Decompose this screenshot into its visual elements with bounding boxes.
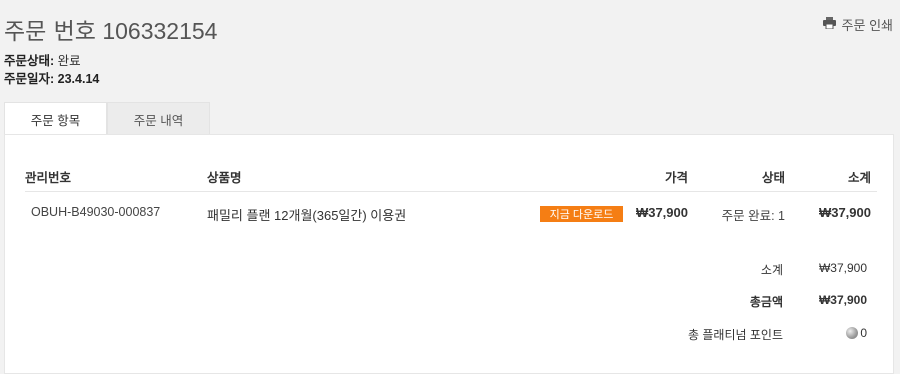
order-status-value: 완료 [57, 54, 81, 68]
summary-subtotal-value: ₩37,900 [818, 261, 867, 275]
summary-total-value: ₩37,900 [818, 293, 867, 307]
summary-points-value-wrap: 0 [846, 326, 867, 340]
order-meta: 주문상태: 완료 주문일자: 23.4.14 [4, 52, 99, 88]
row-id: OBUH-B49030-000837 [31, 205, 161, 219]
order-date: 주문일자: 23.4.14 [4, 70, 99, 88]
print-order-button[interactable]: 주문 인쇄 [822, 15, 893, 34]
order-status: 주문상태: 완료 [4, 52, 99, 70]
row-product-name: 패밀리 플랜 12개월(365일간) 이용권 [207, 208, 407, 223]
summary-total-label: 총금액 [749, 295, 783, 309]
order-date-label: 주문일자: [4, 72, 55, 86]
row-subtotal: ₩37,900 [818, 205, 871, 220]
summary-subtotal: 소계 ₩37,900 [5, 261, 893, 281]
order-date-value: 23.4.14 [57, 72, 100, 86]
order-status-label: 주문상태: [4, 54, 55, 68]
platinum-coin-icon [846, 327, 859, 339]
print-order-label: 주문 인쇄 [841, 18, 893, 33]
order-tabs: 주문 항목 주문 내역 [4, 102, 210, 136]
order-items-panel: 관리번호 상품명 가격 상태 소계 OBUH-B49030-000837 패밀리… [4, 134, 894, 374]
summary-points-value: 0 [860, 326, 867, 340]
row-status: 주문 완료: 1 [721, 209, 785, 223]
table-row: OBUH-B49030-000837 패밀리 플랜 12개월(365일간) 이용… [25, 135, 877, 235]
summary-points-label: 총 플래티넘 포인트 [688, 328, 783, 342]
summary-total: 총금액 ₩37,900 [5, 293, 893, 313]
row-price: ₩37,900 [635, 205, 688, 220]
tab-order-items[interactable]: 주문 항목 [4, 102, 107, 136]
order-number-label: 주문 번호 [4, 19, 96, 45]
download-now-button[interactable]: 지금 다운로드 [540, 206, 623, 222]
printer-icon [822, 17, 836, 32]
summary-subtotal-label: 소계 [760, 263, 783, 277]
page-title: 주문 번호 106332154 [4, 12, 217, 46]
order-number: 106332154 [102, 18, 218, 44]
tab-order-history[interactable]: 주문 내역 [107, 102, 210, 136]
summary-points: 총 플래티넘 포인트 0 [5, 326, 893, 346]
